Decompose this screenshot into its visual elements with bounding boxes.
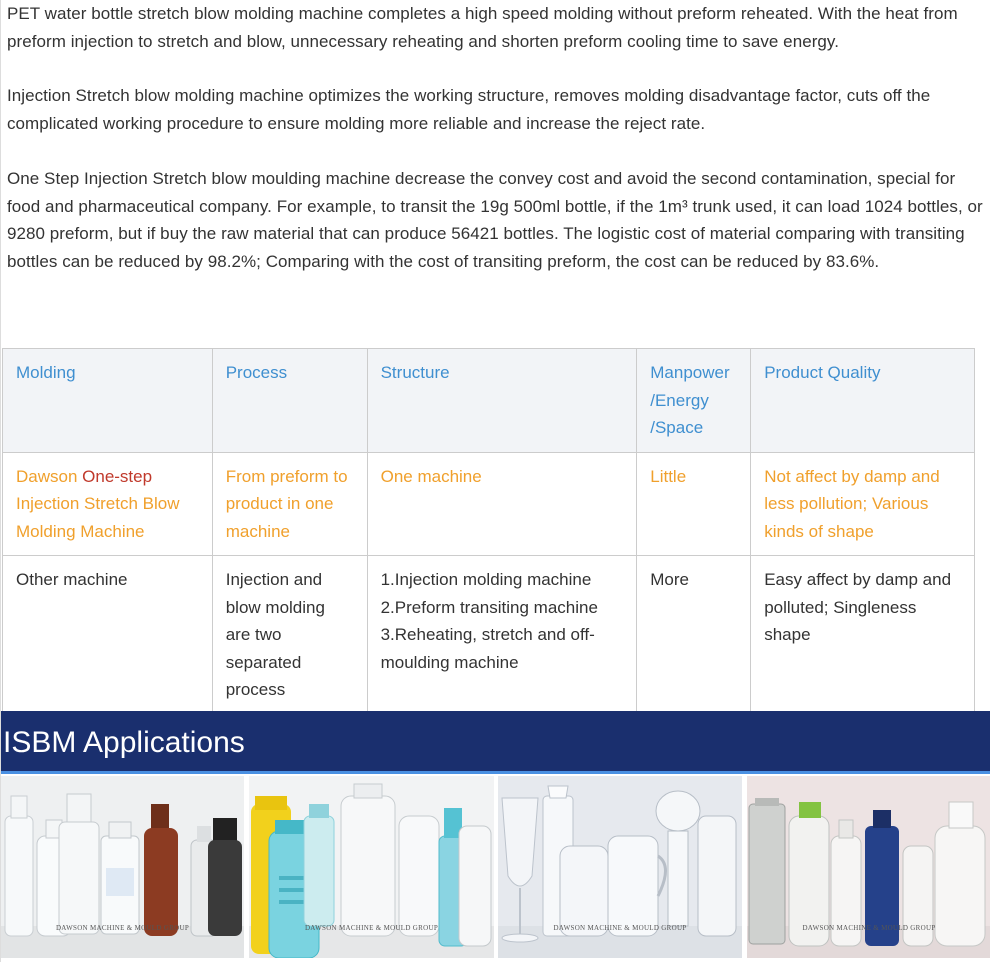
intro-paragraph-1: PET water bottle stretch blow molding ma… [7,4,958,51]
dawson-structure-cell: One machine [366,451,638,556]
gallery-image-2[interactable]: DAWSON MACHINE & MOULD GROUP [249,776,494,958]
other-quality-cell: Easy affect by damp and polluted; Single… [750,555,975,715]
structure-line-3: 3.Reheating, stretch and off-moulding ma… [380,625,595,672]
gallery-image-4[interactable]: DAWSON MACHINE & MOULD GROUP [747,776,990,958]
header-manpower: Manpower /Energy /Space [636,348,752,453]
dawson-quality-cell: Not affect by damp and less pollution; V… [750,451,975,556]
intro-paragraph-3: One Step Injection Stretch blow moulding… [7,169,983,272]
gallery-image-1[interactable]: DAWSON MACHINE & MOULD GROUP [1,776,244,958]
other-manpower-cell: More [636,555,752,715]
other-process-cell: Injection and blow molding are two separ… [211,555,368,715]
dawson-process-cell: From preform to product in one machine [211,451,368,556]
comparison-table: Molding Process Structure Manpower /Ener… [2,348,975,715]
other-structure-cell: 1.Injection molding machine 2.Preform tr… [366,555,638,715]
section-title: ISBM Applications [3,726,245,759]
gallery-image-3[interactable]: DAWSON MACHINE & MOULD GROUP [498,776,742,958]
applications-gallery: DAWSON MACHINE & MOULD GROUP DAWSON MACH… [1,776,990,962]
header-molding: Molding [2,348,213,453]
other-molding-cell: Other machine [2,555,213,715]
structure-line-2: 2.Preform transiting machine [380,597,598,617]
isbm-applications-banner: ISBM Applications [1,711,990,774]
table-row-other: Other machine Injection and blow molding… [2,555,975,715]
table-row-dawson: Dawson One-step Injection Stretch Blow M… [2,451,975,556]
structure-line-1: 1.Injection molding machine [380,570,592,589]
dawson-manpower-cell: Little [636,451,752,556]
watermark-2: DAWSON MACHINE & MOULD GROUP [304,924,439,932]
header-quality: Product Quality [750,348,975,453]
watermark-4: DAWSON MACHINE & MOULD GROUP [802,924,936,932]
header-structure: Structure [366,348,638,453]
dawson-molding-highlight: One-step [82,466,153,486]
table-header-row: Molding Process Structure Manpower /Ener… [2,348,975,453]
dawson-molding-prefix: Dawson [16,466,83,486]
intro-paragraph-2: Injection Stretch blow molding machine o… [7,86,931,133]
header-process: Process [211,348,368,453]
dawson-molding-rest: Injection Stretch Blow Molding Machine [16,494,180,541]
watermark-3: DAWSON MACHINE & MOULD GROUP [553,924,687,932]
dawson-molding-cell: Dawson One-step Injection Stretch Blow M… [2,451,213,556]
watermark-1: DAWSON MACHINE & MOULD GROUP [55,924,190,932]
